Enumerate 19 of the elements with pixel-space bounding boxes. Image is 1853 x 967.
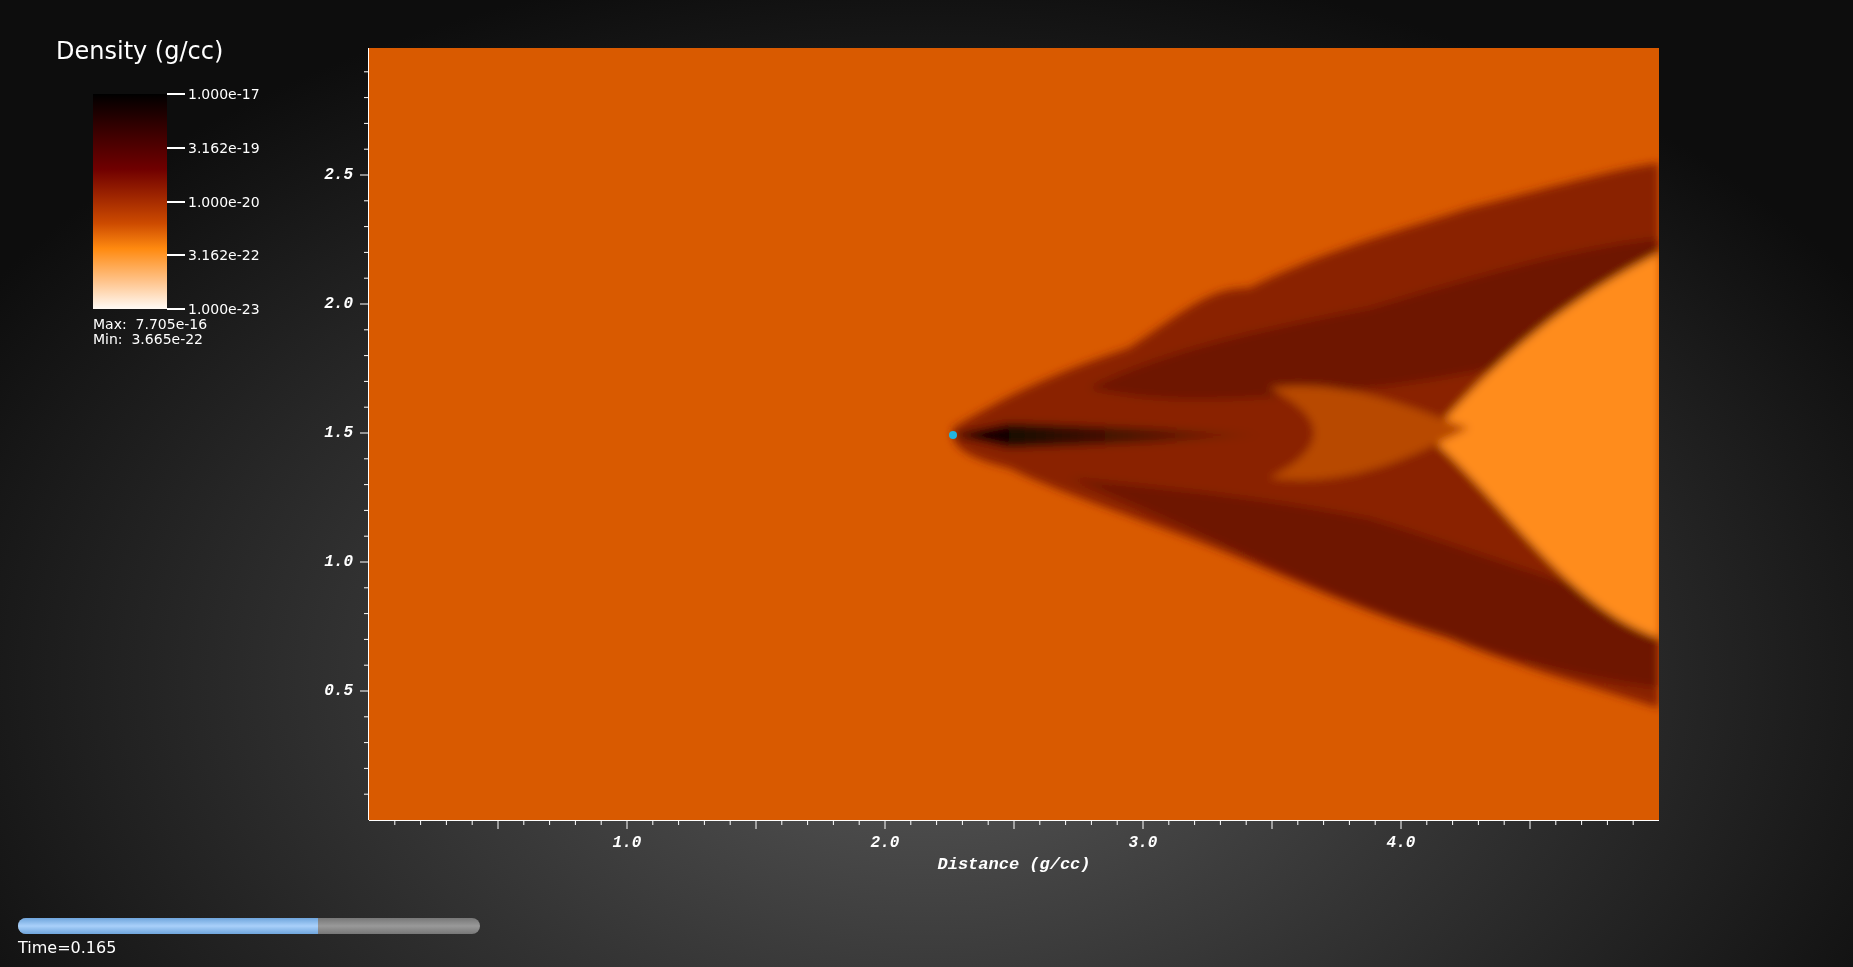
x-tick-label: 1.0 [612,834,642,852]
y-tick-label: 1.0 [324,553,353,571]
time-label: Time=0.165 [18,938,118,957]
x-tick-label: 4.0 [1386,834,1416,852]
min-label: Min: 3.665e-22 [93,332,205,347]
y-tick-label: 2.5 [324,166,353,184]
x-tick-label: 3.0 [1128,834,1158,852]
x-tick-label: 2.0 [870,834,900,852]
y-tick-label: 2.0 [324,295,353,313]
legend-label: 1.000e-20 [188,193,260,210]
y-tick-label: 0.5 [324,682,353,700]
max-label: Max: 7.705e-16 [93,317,209,332]
y-tick-label: 1.5 [324,424,353,442]
legend-label: 1.000e-17 [188,86,260,102]
legend-label: 1.000e-23 [188,301,260,317]
legend-label: 3.162e-22 [188,247,260,264]
x-axis-title: Distance (g/cc) [937,855,1091,874]
legend-title: Density (g/cc) [56,36,225,66]
legend-label: 3.162e-19 [188,139,260,156]
